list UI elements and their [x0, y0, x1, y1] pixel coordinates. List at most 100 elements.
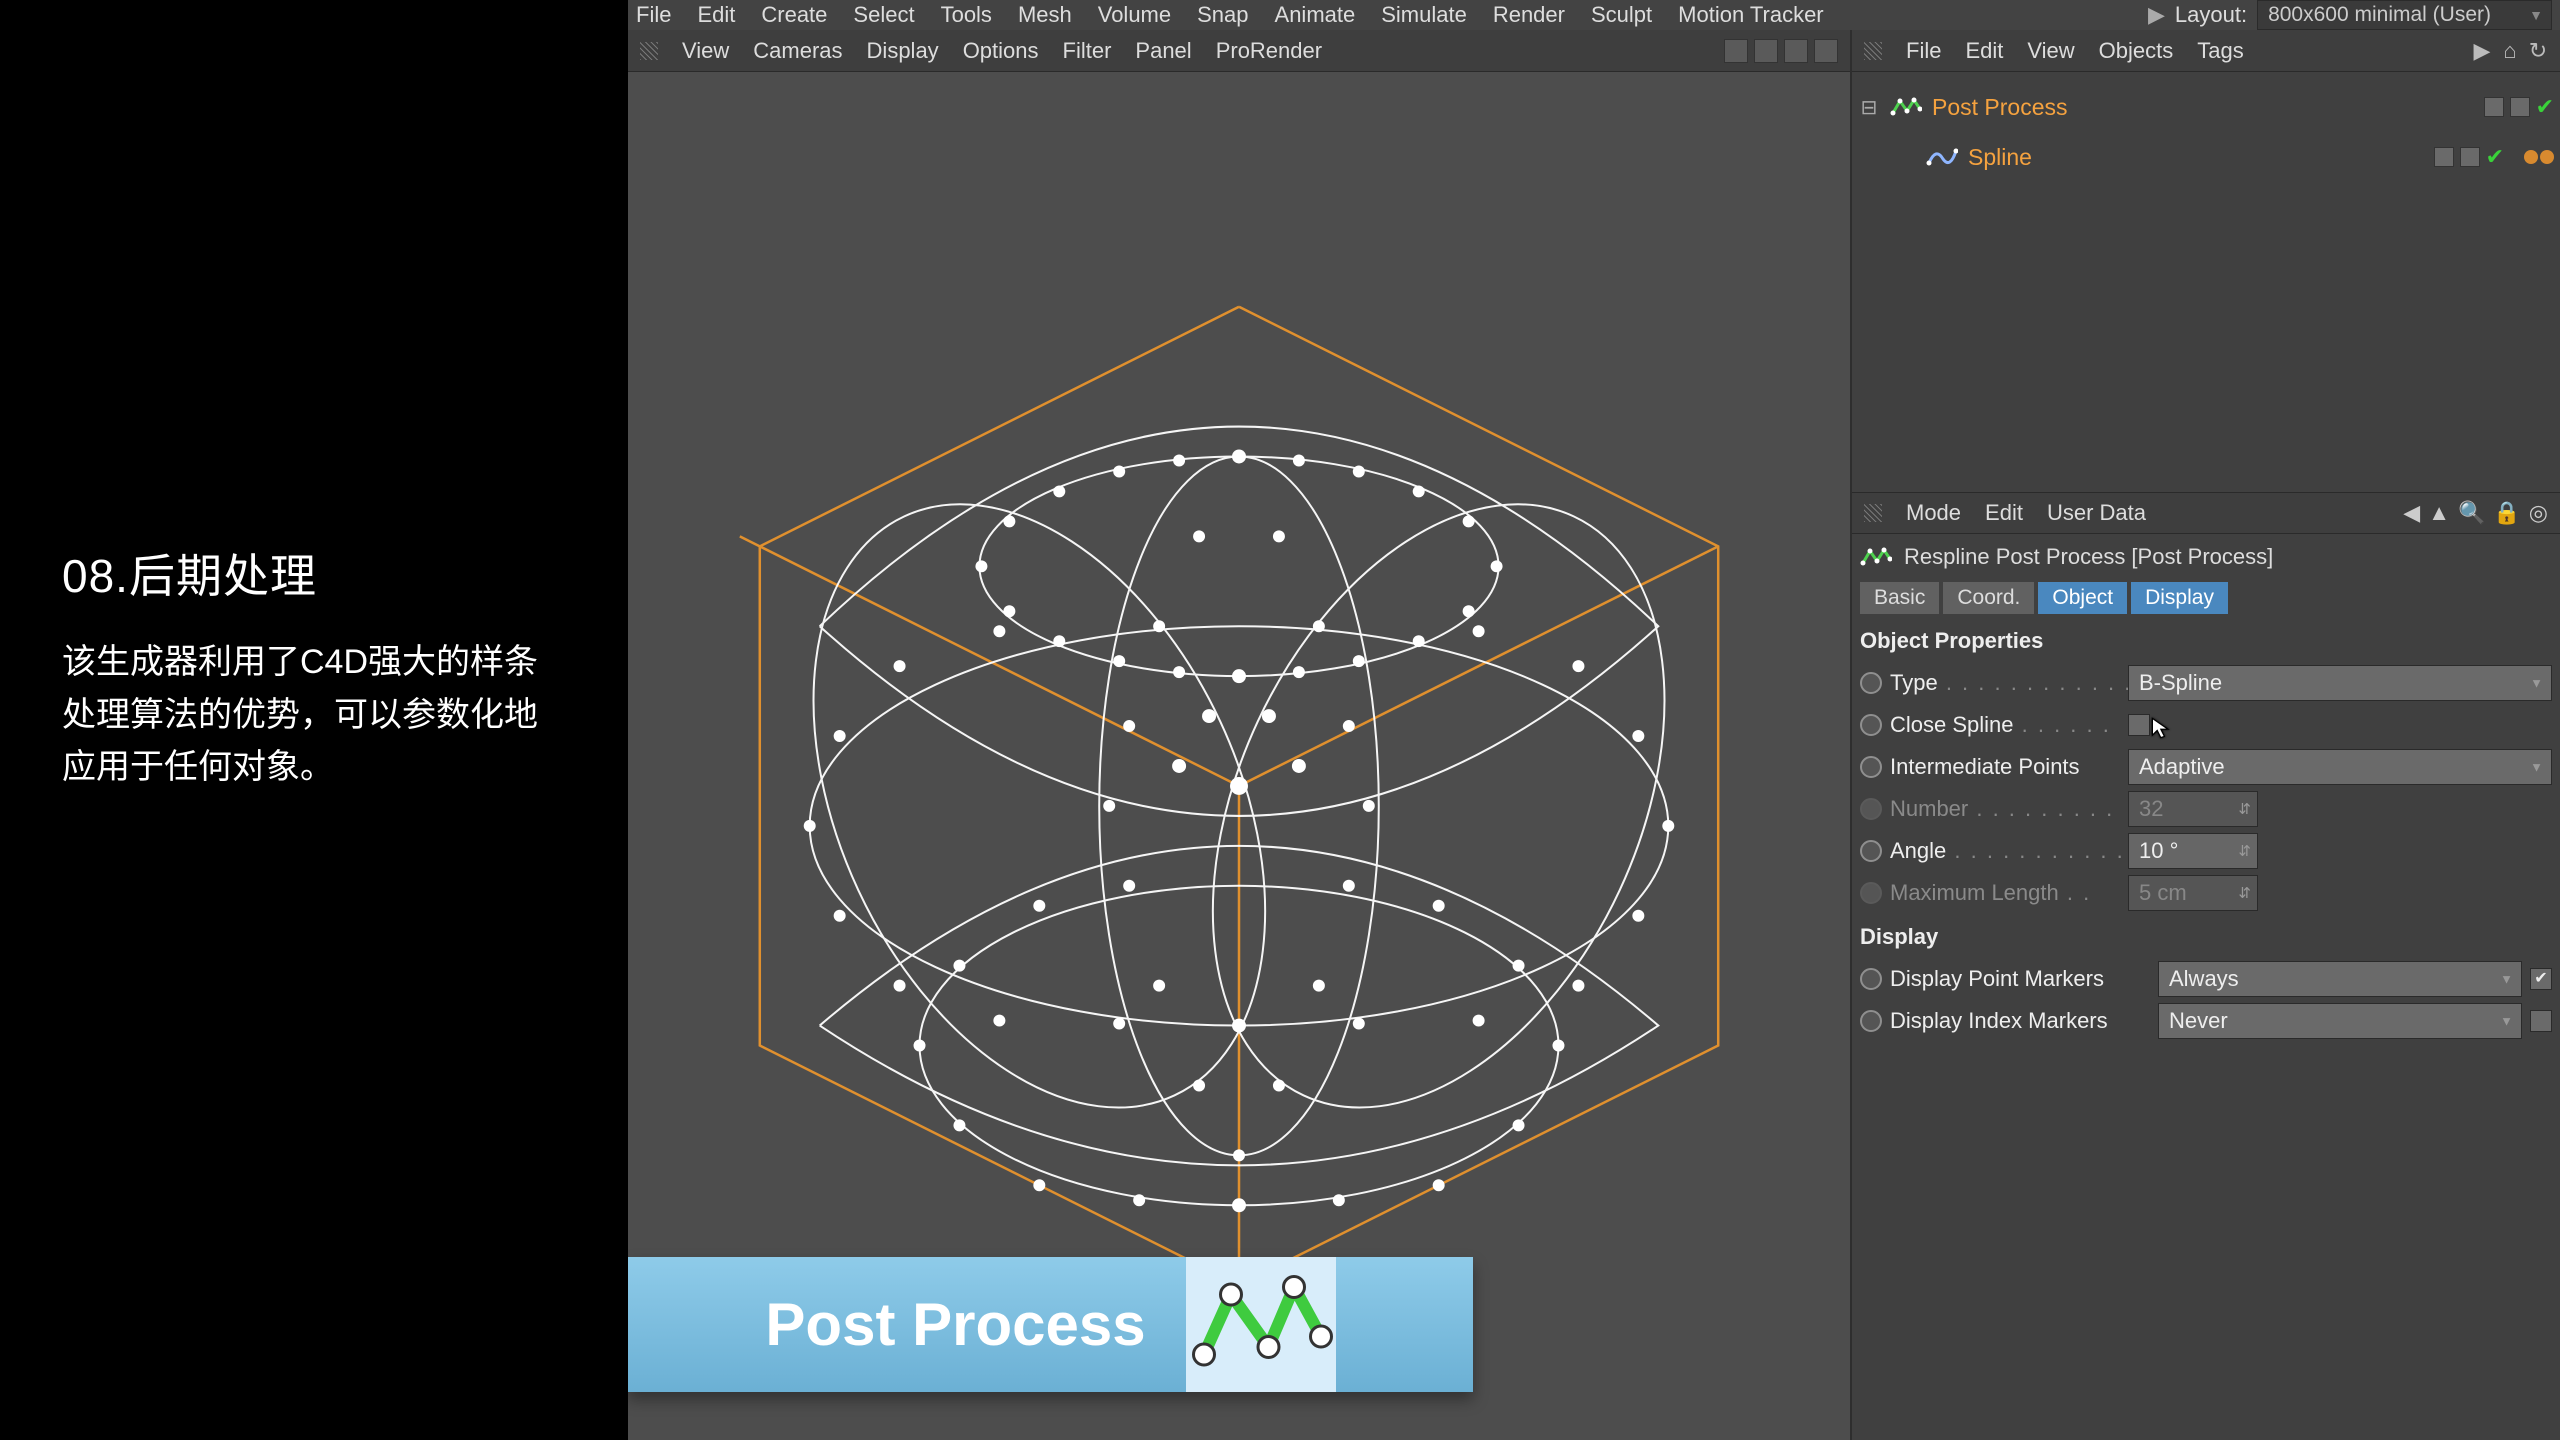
- menu-edit[interactable]: Edit: [697, 2, 735, 28]
- spline-preview-icon: [628, 72, 1850, 1440]
- vp-menu-cameras[interactable]: Cameras: [753, 38, 842, 64]
- prop-label: Type . . . . . . . . . . . .: [1890, 670, 2120, 696]
- vp-move-icon[interactable]: [1724, 39, 1748, 63]
- menu-motion-tracker[interactable]: Motion Tracker: [1678, 2, 1824, 28]
- anim-dot-icon[interactable]: [1860, 756, 1882, 778]
- menu-mesh[interactable]: Mesh: [1018, 2, 1072, 28]
- object-tree[interactable]: ⊟ Post Process ✔ Spli: [1852, 72, 2560, 492]
- visibility-slot-icon[interactable]: [2460, 147, 2480, 167]
- vp-menu-display[interactable]: Display: [867, 38, 939, 64]
- post-process-object-icon: [1860, 545, 1892, 569]
- menu-snap[interactable]: Snap: [1197, 2, 1248, 28]
- prop-label: Display Index Markers: [1890, 1008, 2150, 1034]
- menu-tools[interactable]: Tools: [941, 2, 992, 28]
- anim-dot-icon[interactable]: [1860, 840, 1882, 862]
- prop-row-type: Type . . . . . . . . . . . . B-Spline: [1860, 662, 2552, 704]
- om-search-icon[interactable]: ↻: [2528, 41, 2548, 61]
- prop-row-max-length: Maximum Length . . 5 cm⇵: [1860, 872, 2552, 914]
- type-select[interactable]: B-Spline: [2128, 665, 2552, 701]
- anim-dot-icon[interactable]: [1860, 714, 1882, 736]
- layer-slot-icon[interactable]: [2434, 147, 2454, 167]
- tab-basic[interactable]: Basic: [1860, 582, 1939, 614]
- tree-label: Spline: [1968, 144, 2032, 171]
- om-menu-edit[interactable]: Edit: [1965, 38, 2003, 64]
- tree-row-post-process[interactable]: ⊟ Post Process ✔: [1858, 82, 2554, 132]
- tutorial-sidebar: 08.后期处理 该生成器利用了C4D强大的样条处理算法的优势，可以参数化地应用于…: [0, 0, 628, 1440]
- prop-row-display-index-markers: Display Index Markers Never: [1860, 1000, 2552, 1042]
- menu-select[interactable]: Select: [853, 2, 914, 28]
- max-length-input: 5 cm⇵: [2128, 875, 2258, 911]
- object-manager-menu: File Edit View Objects Tags ▶ ⌂ ↻: [1852, 30, 2560, 72]
- grip-icon[interactable]: [640, 42, 658, 60]
- intermediate-points-select[interactable]: Adaptive: [2128, 749, 2552, 785]
- angle-input[interactable]: 10 °⇵: [2128, 833, 2258, 869]
- tree-collapse-icon[interactable]: ⊟: [1858, 95, 1880, 120]
- index-markers-checkbox[interactable]: [2530, 1010, 2552, 1032]
- menu-simulate[interactable]: Simulate: [1381, 2, 1467, 28]
- tutorial-title: 08.后期处理: [62, 540, 566, 606]
- om-menu-tags[interactable]: Tags: [2197, 38, 2243, 64]
- tab-object[interactable]: Object: [2038, 582, 2127, 614]
- point-markers-checkbox[interactable]: [2530, 968, 2552, 990]
- om-menu-objects[interactable]: Objects: [2099, 38, 2174, 64]
- om-prev-icon[interactable]: ▶: [2472, 41, 2492, 61]
- vp-menu-options[interactable]: Options: [963, 38, 1039, 64]
- am-lock-icon[interactable]: 🔒: [2493, 500, 2520, 526]
- grip-icon[interactable]: [1864, 504, 1882, 522]
- menu-animate[interactable]: Animate: [1275, 2, 1356, 28]
- om-home-icon[interactable]: ⌂: [2500, 41, 2520, 61]
- menu-file[interactable]: File: [636, 2, 671, 28]
- enable-check-icon[interactable]: ✔: [2536, 94, 2554, 120]
- om-menu-view[interactable]: View: [2027, 38, 2074, 64]
- am-target-icon[interactable]: ◎: [2529, 500, 2548, 526]
- tag-icon[interactable]: [2524, 150, 2554, 164]
- tab-coord[interactable]: Coord.: [1943, 582, 2034, 614]
- section-object-properties: Object Properties: [1860, 628, 2552, 654]
- visibility-slot-icon[interactable]: [2510, 97, 2530, 117]
- menu-render[interactable]: Render: [1493, 2, 1565, 28]
- vp-split-icon[interactable]: [1814, 39, 1838, 63]
- attribute-title: Respline Post Process [Post Process]: [1904, 544, 2273, 570]
- feature-overlay: Post Process: [628, 1257, 1473, 1392]
- anim-dot-icon[interactable]: [1860, 1010, 1882, 1032]
- vp-zoom-icon[interactable]: [1754, 39, 1778, 63]
- menu-volume[interactable]: Volume: [1098, 2, 1171, 28]
- anim-dot-icon: [1860, 882, 1882, 904]
- grip-icon[interactable]: [1864, 42, 1882, 60]
- vp-menu-view[interactable]: View: [682, 38, 729, 64]
- display-point-markers-select[interactable]: Always: [2158, 961, 2522, 997]
- vp-menu-filter[interactable]: Filter: [1063, 38, 1112, 64]
- tab-display[interactable]: Display: [2131, 582, 2228, 614]
- viewport-menu-bar: View Cameras Display Options Filter Pane…: [628, 30, 1850, 72]
- layout-selector[interactable]: 800x600 minimal (User): [2257, 0, 2552, 30]
- anim-dot-icon[interactable]: [1860, 968, 1882, 990]
- display-index-markers-select[interactable]: Never: [2158, 1003, 2522, 1039]
- am-menu-mode[interactable]: Mode: [1906, 500, 1961, 526]
- prop-row-angle: Angle . . . . . . . . . . . 10 °⇵: [1860, 830, 2552, 872]
- prop-row-close-spline: Close Spline . . . . . .: [1860, 704, 2552, 746]
- am-back-icon[interactable]: ◀: [2403, 500, 2420, 526]
- menu-create[interactable]: Create: [761, 2, 827, 28]
- tree-row-spline[interactable]: Spline ✔: [1858, 132, 2554, 182]
- viewport-canvas[interactable]: Post Process: [628, 72, 1850, 1440]
- prop-label: Display Point Markers: [1890, 966, 2150, 992]
- am-search-icon[interactable]: 🔍: [2458, 500, 2485, 526]
- vp-menu-prorender[interactable]: ProRender: [1216, 38, 1322, 64]
- viewport-panel: View Cameras Display Options Filter Pane…: [628, 30, 1852, 1440]
- vp-rotate-icon[interactable]: [1784, 39, 1808, 63]
- vp-menu-panel[interactable]: Panel: [1135, 38, 1191, 64]
- am-menu-edit[interactable]: Edit: [1985, 500, 2023, 526]
- menu-sculpt[interactable]: Sculpt: [1591, 2, 1652, 28]
- section-display: Display: [1860, 924, 2552, 950]
- prop-row-number: Number . . . . . . . . . 32⇵: [1860, 788, 2552, 830]
- anim-dot-icon[interactable]: [1860, 672, 1882, 694]
- om-menu-file[interactable]: File: [1906, 38, 1941, 64]
- am-menu-userdata[interactable]: User Data: [2047, 500, 2146, 526]
- close-spline-checkbox[interactable]: [2128, 714, 2150, 736]
- prop-row-intermediate-points: Intermediate Points Adaptive: [1860, 746, 2552, 788]
- number-input: 32⇵: [2128, 791, 2258, 827]
- am-up-icon[interactable]: ▲: [2428, 500, 2450, 526]
- layout-play-icon[interactable]: ▶: [2148, 2, 2165, 28]
- enable-check-icon[interactable]: ✔: [2486, 144, 2504, 170]
- layer-slot-icon[interactable]: [2484, 97, 2504, 117]
